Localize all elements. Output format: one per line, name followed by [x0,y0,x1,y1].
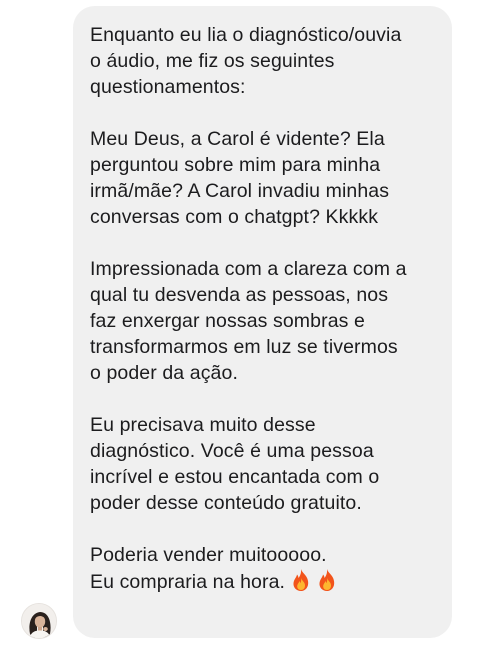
fire-icon [317,568,337,592]
message-paragraph-3: Impressionada com a clareza com a qual t… [90,258,407,384]
message-row: Enquanto eu lia o diagnóstico/ouvia o áu… [0,0,480,646]
message-bubble[interactable]: Enquanto eu lia o diagnóstico/ouvia o áu… [73,6,452,638]
message-line: Poderia vender muitooooo. [90,544,327,566]
message-paragraph-4: Eu precisava muito desse diagnóstico. Vo… [90,414,380,514]
fire-icon [291,568,311,592]
avatar-image [22,604,56,638]
message-paragraph-1: Enquanto eu lia o diagnóstico/ouvia o áu… [90,24,402,98]
message-line: Eu compraria na hora. [90,571,286,593]
message-paragraph-2: Meu Deus, a Carol é vidente? Ela pergunt… [90,128,390,228]
avatar[interactable] [21,603,57,639]
message-paragraph-5: Poderia vender muitooooo. Eu compraria na… [90,542,440,595]
